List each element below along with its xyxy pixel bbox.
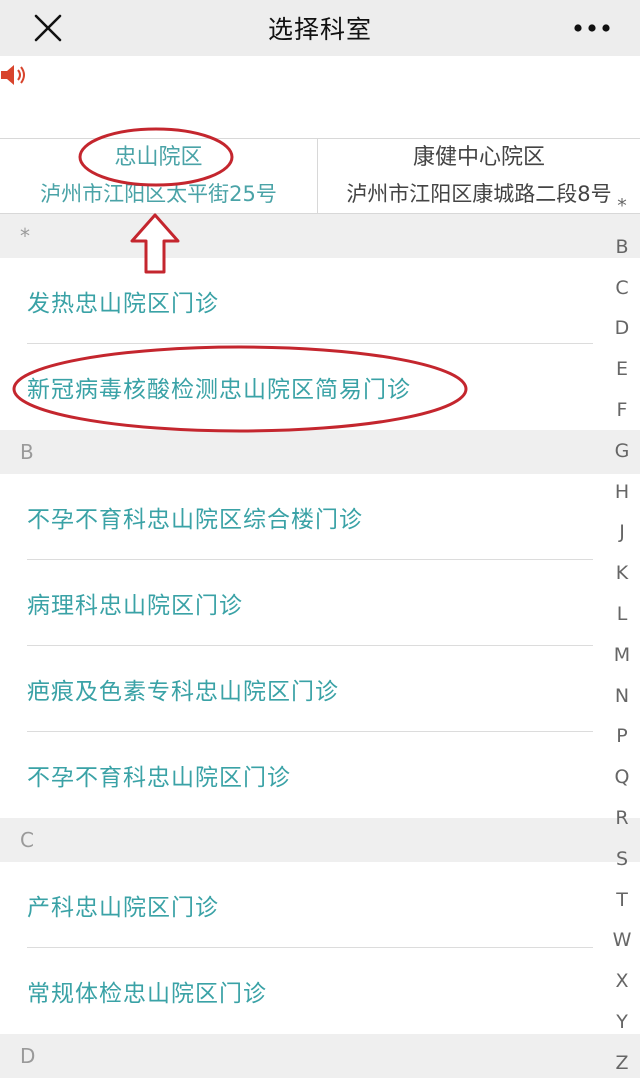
index-letter[interactable]: J: [604, 512, 640, 553]
hospital-name: 康健中心院区: [412, 145, 545, 170]
index-letter[interactable]: H: [604, 472, 640, 513]
list-item[interactable]: 产科忠山院区门诊: [0, 862, 640, 948]
index-letter[interactable]: D: [604, 308, 640, 349]
hospital-address: 泸州市江阳区康城路二段8号: [346, 182, 612, 206]
index-letter[interactable]: K: [604, 553, 640, 594]
alphabet-index[interactable]: * B C D E F G H J K L M N P Q R S T W X …: [604, 186, 640, 1084]
index-letter[interactable]: G: [604, 431, 640, 472]
section-header: C: [0, 818, 640, 862]
hospital-address: 泸州市江阳区太平街25号: [40, 182, 277, 206]
list-item[interactable]: 发热忠山院区门诊: [0, 258, 640, 344]
hospital-name: 忠山院区: [114, 145, 203, 170]
department-list: * 发热忠山院区门诊 新冠病毒核酸检测忠山院区简易门诊 B 不孕不育科忠山院区综…: [0, 214, 640, 1078]
index-letter[interactable]: P: [604, 716, 640, 757]
hospital-tab-zhongshan[interactable]: 忠山院区 泸州市江阳区太平街25号: [0, 139, 318, 213]
index-letter[interactable]: S: [604, 839, 640, 880]
index-letter[interactable]: C: [604, 268, 640, 309]
close-icon[interactable]: [30, 10, 66, 46]
index-letter[interactable]: T: [604, 880, 640, 921]
index-letter[interactable]: B: [604, 227, 640, 268]
list-item[interactable]: 新冠病毒核酸检测忠山院区简易门诊: [0, 344, 640, 430]
index-letter[interactable]: Y: [604, 1002, 640, 1043]
more-icon[interactable]: [572, 16, 612, 40]
index-letter[interactable]: W: [604, 920, 640, 961]
section-header: D: [0, 1034, 640, 1078]
index-letter[interactable]: Z: [604, 1043, 640, 1084]
list-item[interactable]: 不孕不育科忠山院区综合楼门诊: [0, 474, 640, 560]
index-letter[interactable]: X: [604, 961, 640, 1002]
index-letter[interactable]: E: [604, 349, 640, 390]
index-letter[interactable]: *: [604, 186, 640, 227]
index-letter[interactable]: Q: [604, 757, 640, 798]
speaker-icon[interactable]: [0, 60, 30, 90]
list-item[interactable]: 常规体检忠山院区门诊: [0, 948, 640, 1034]
page-title: 选择科室: [267, 15, 372, 44]
list-item[interactable]: 病理科忠山院区门诊: [0, 560, 640, 646]
list-item[interactable]: 疤痕及色素专科忠山院区门诊: [0, 646, 640, 732]
index-letter[interactable]: L: [604, 594, 640, 635]
hospital-tabs: 忠山院区 泸州市江阳区太平街25号 康健中心院区 泸州市江阳区康城路二段8号: [0, 138, 640, 214]
list-item[interactable]: 不孕不育科忠山院区门诊: [0, 732, 640, 818]
index-letter[interactable]: F: [604, 390, 640, 431]
top-bar: 选择科室: [0, 0, 640, 56]
index-letter[interactable]: N: [604, 676, 640, 717]
section-header: *: [0, 214, 640, 258]
hospital-tab-kangjian[interactable]: 康健中心院区 泸州市江阳区康城路二段8号: [318, 139, 640, 213]
section-header: B: [0, 430, 640, 474]
index-letter[interactable]: M: [604, 635, 640, 676]
index-letter[interactable]: R: [604, 798, 640, 839]
